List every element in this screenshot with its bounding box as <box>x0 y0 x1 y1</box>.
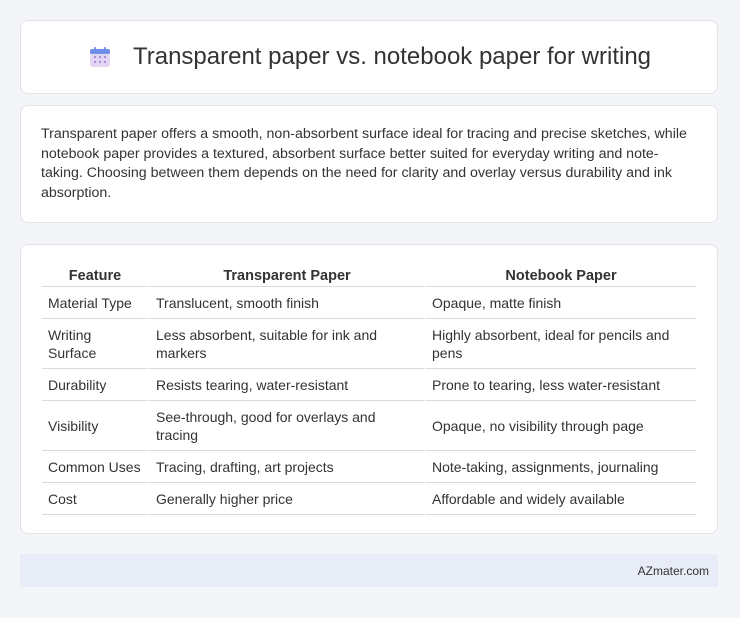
intro-text: Transparent paper offers a smooth, non-a… <box>41 126 687 201</box>
cell-transparent-paper: Less absorbent, suitable for ink and mar… <box>148 319 424 369</box>
intro-card: Transparent paper offers a smooth, non-a… <box>20 105 718 223</box>
page-title: Transparent paper vs. notebook paper for… <box>132 43 652 70</box>
cell-transparent-paper: See-through, good for overlays and traci… <box>148 401 424 451</box>
table-row: Material Type Translucent, smooth finish… <box>42 287 696 319</box>
cell-feature: Material Type <box>42 287 148 319</box>
cell-transparent-paper: Tracing, drafting, art projects <box>148 451 424 483</box>
comparison-table-card: Feature Transparent Paper Notebook Paper… <box>20 244 718 534</box>
comparison-table: Feature Transparent Paper Notebook Paper… <box>42 265 696 515</box>
footer-site-name: AZmater.com <box>637 563 709 578</box>
cell-notebook-paper: Affordable and widely available <box>424 483 696 515</box>
cell-feature: Durability <box>42 369 148 401</box>
calendar-icon <box>87 44 113 70</box>
title-card: Transparent paper vs. notebook paper for… <box>20 20 718 94</box>
table-row: Cost Generally higher price Affordable a… <box>42 483 696 515</box>
header-notebook-paper: Notebook Paper <box>424 265 696 287</box>
header-feature: Feature <box>42 265 148 287</box>
cell-feature: Writing Surface <box>42 319 148 369</box>
table-row: Writing Surface Less absorbent, suitable… <box>42 319 696 369</box>
cell-notebook-paper: Highly absorbent, ideal for pencils and … <box>424 319 696 369</box>
table-row: Durability Resists tearing, water-resist… <box>42 369 696 401</box>
cell-feature: Common Uses <box>42 451 148 483</box>
cell-feature: Visibility <box>42 401 148 451</box>
cell-transparent-paper: Generally higher price <box>148 483 424 515</box>
cell-notebook-paper: Opaque, matte finish <box>424 287 696 319</box>
table-row: Common Uses Tracing, drafting, art proje… <box>42 451 696 483</box>
cell-feature: Cost <box>42 483 148 515</box>
header-transparent-paper: Transparent Paper <box>148 265 424 287</box>
table-row: Visibility See-through, good for overlay… <box>42 401 696 451</box>
footer-bar: AZmater.com <box>20 554 718 587</box>
cell-notebook-paper: Prone to tearing, less water-resistant <box>424 369 696 401</box>
cell-transparent-paper: Resists tearing, water-resistant <box>148 369 424 401</box>
table-header-row: Feature Transparent Paper Notebook Paper <box>42 265 696 287</box>
cell-notebook-paper: Note-taking, assignments, journaling <box>424 451 696 483</box>
cell-notebook-paper: Opaque, no visibility through page <box>424 401 696 451</box>
cell-transparent-paper: Translucent, smooth finish <box>148 287 424 319</box>
